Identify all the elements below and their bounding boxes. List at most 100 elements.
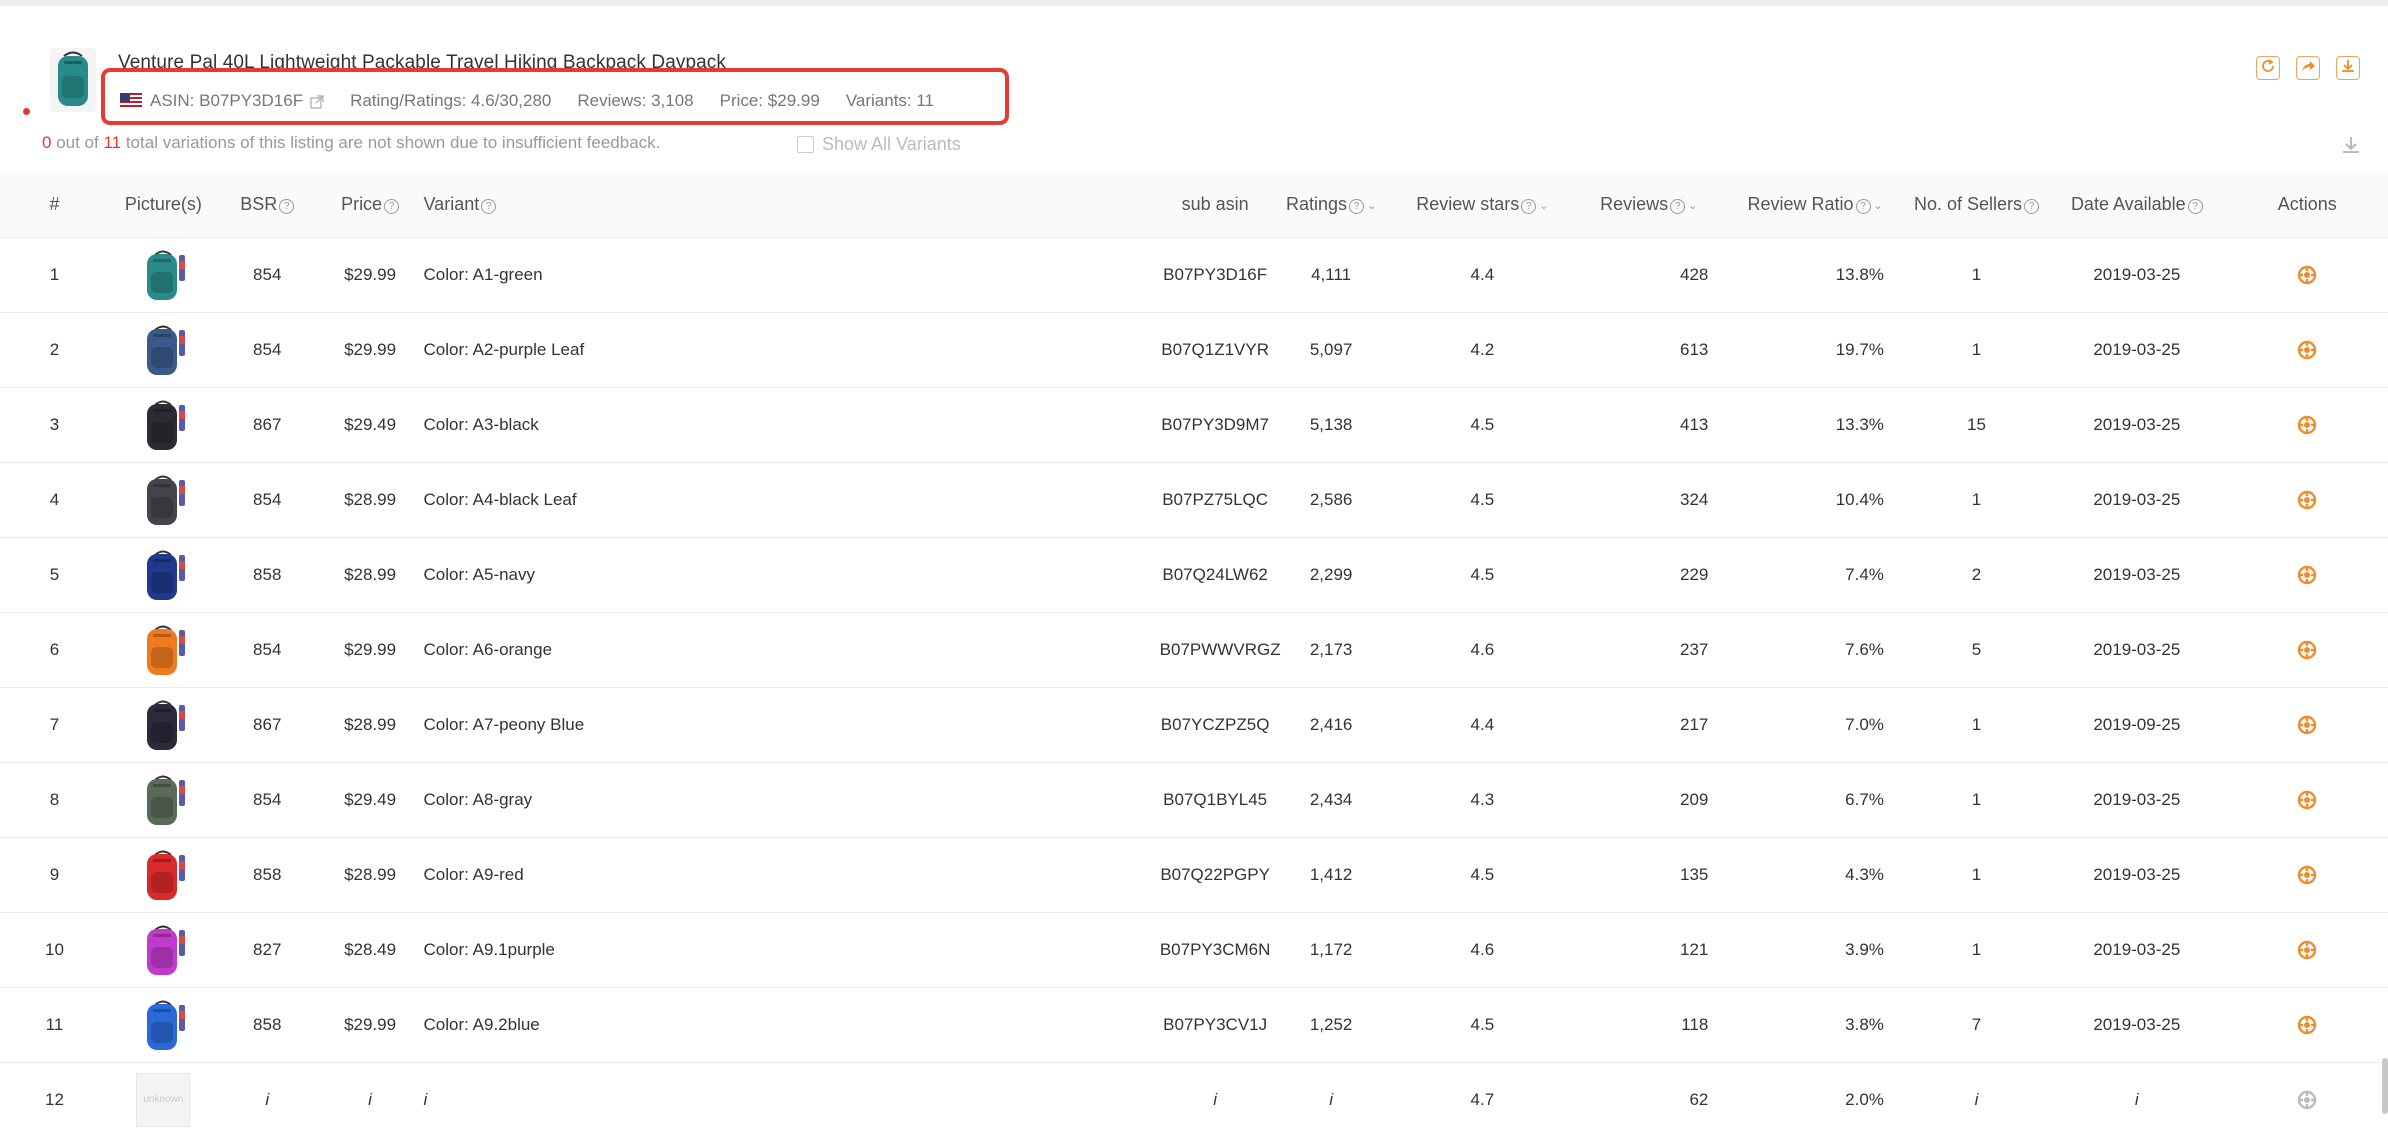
row-action[interactable] [2227,762,2388,837]
sub-asin-cell[interactable]: B07YCZPZ5Q [1160,687,1271,762]
variant-picture[interactable] [109,237,218,312]
row-action[interactable] [2227,612,2388,687]
sort-caret-icon[interactable]: ⌄ [1367,199,1376,212]
target-icon[interactable] [2297,565,2317,585]
download-icon [2340,58,2356,79]
target-icon[interactable] [2297,940,2317,960]
scrollbar-thumb[interactable] [2382,1058,2388,1114]
sub-asin-cell[interactable]: B07PZ75LQC [1160,462,1271,537]
target-icon[interactable] [2297,340,2317,360]
sub-asin-cell[interactable]: B07Q22PGPY [1160,837,1271,912]
row-index: 12 [44,1089,64,1109]
col-review-stars[interactable]: Review stars? ⌄ [1392,173,1574,237]
target-icon[interactable] [2297,1015,2317,1035]
sort-caret-icon[interactable]: ⌄ [1539,199,1548,212]
row-action[interactable] [2227,1062,2388,1137]
target-icon[interactable] [2297,490,2317,510]
table-row: 8 854 $29.49 Color: A8-gray B07Q1BYL45 2,434 4… [0,762,2388,837]
help-icon[interactable]: ? [384,199,400,215]
help-icon[interactable]: ? [1855,199,1871,215]
placeholder-text: i [1329,1089,1333,1109]
row-action[interactable] [2227,687,2388,762]
sub-asin-cell[interactable]: B07Q1BYL45 [1160,762,1271,837]
reviews-cell: 413 [1680,414,1709,434]
target-icon[interactable] [2297,790,2317,810]
col-ratings[interactable]: Ratings? ⌄ [1271,173,1392,237]
target-icon[interactable] [2297,865,2317,885]
target-icon[interactable] [2297,715,2317,735]
variant-picture[interactable] [109,537,218,612]
reviews-cell: 62 [1689,1089,1709,1109]
target-icon[interactable] [2297,640,2317,660]
variant-picture[interactable] [109,687,218,762]
target-icon[interactable] [2297,1090,2317,1110]
row-action[interactable] [2227,387,2388,462]
row-action[interactable] [2227,312,2388,387]
variant-picture[interactable] [109,987,218,1062]
variant-picture[interactable] [109,312,218,387]
variant-cell: Color: A9.1purple [423,939,555,959]
sub-asin-cell[interactable]: B07PY3D9M7 [1160,387,1271,462]
col-bsr-label: BSR [240,194,278,215]
external-link-icon[interactable] [310,94,324,109]
review-stars-cell: 4.5 [1470,1014,1495,1034]
help-icon[interactable]: ? [1349,199,1364,215]
sub-asin-cell[interactable]: B07PY3CV1J [1160,987,1271,1062]
col-pictures-label: Picture(s) [124,194,202,215]
row-action[interactable] [2227,987,2388,1062]
backpack-image [137,247,189,303]
sub-asin-cell[interactable]: B07Q1Z1VYR [1160,312,1271,387]
variant-cell: Color: A9-red [423,864,524,884]
date-available-cell: 2019-03-25 [2093,489,2181,509]
col-review-ratio[interactable]: Review Ratio? ⌄ [1724,173,1906,237]
sellers-cell: 1 [1971,939,1982,959]
row-action[interactable] [2227,462,2388,537]
sort-caret-icon[interactable]: ⌄ [1874,199,1883,212]
help-icon[interactable]: ? [279,199,295,215]
variant-picture[interactable] [109,762,218,837]
sort-caret-icon[interactable]: ⌄ [1688,199,1697,212]
sub-asin-cell[interactable]: B07PY3CM6N [1160,912,1271,987]
placeholder-text: i [368,1089,372,1109]
date-available-cell: 2019-03-25 [2093,639,2181,659]
row-action[interactable] [2227,537,2388,612]
target-icon[interactable] [2297,265,2317,285]
share-button[interactable] [2296,56,2320,80]
refresh-button[interactable] [2256,56,2280,80]
sub-asin-cell[interactable]: B07PWWVRGZ [1160,612,1281,687]
show-all-variants-checkbox[interactable]: Show All Variants [797,134,961,155]
variant-picture[interactable] [109,912,218,987]
help-icon[interactable]: ? [2187,199,2203,215]
row-action[interactable] [2227,237,2388,312]
top-strip [0,0,2388,6]
col-sellers[interactable]: No. of Sellers? [1906,173,2047,237]
col-date-available[interactable]: Date Available? [2047,173,2227,237]
price-cell: $29.49 [344,414,397,434]
row-action[interactable] [2227,912,2388,987]
variant-picture[interactable] [109,462,218,537]
col-price[interactable]: Price? [317,173,424,237]
help-icon[interactable]: ? [1521,199,1537,215]
sellers-cell: 5 [1971,639,1982,659]
table-download-icon[interactable] [2339,133,2363,157]
sub-asin-cell[interactable]: B07Q24LW62 [1160,537,1271,612]
col-reviews[interactable]: Reviews? ⌄ [1573,173,1724,237]
col-bsr[interactable]: BSR? [218,173,317,237]
variant-picture[interactable] [109,837,218,912]
target-icon[interactable] [2297,415,2317,435]
price-cell: $29.99 [344,639,397,659]
download-button[interactable] [2336,56,2360,80]
checkbox-box[interactable] [797,136,814,153]
date-available-cell: 2019-03-25 [2093,339,2181,359]
review-ratio-cell: 10.4% [1835,489,1884,509]
variant-picture[interactable] [109,387,218,462]
help-icon[interactable]: ? [2024,199,2039,215]
bsr-cell: 867 [253,414,282,434]
row-action[interactable] [2227,837,2388,912]
help-icon[interactable]: ? [481,199,497,215]
help-icon[interactable]: ? [1670,199,1686,215]
variant-picture[interactable] [109,612,218,687]
sub-asin-cell[interactable]: B07PY3D16F [1160,237,1271,312]
col-variant[interactable]: Variant? [424,173,1160,237]
price-label: Price: $29.99 [719,91,820,110]
